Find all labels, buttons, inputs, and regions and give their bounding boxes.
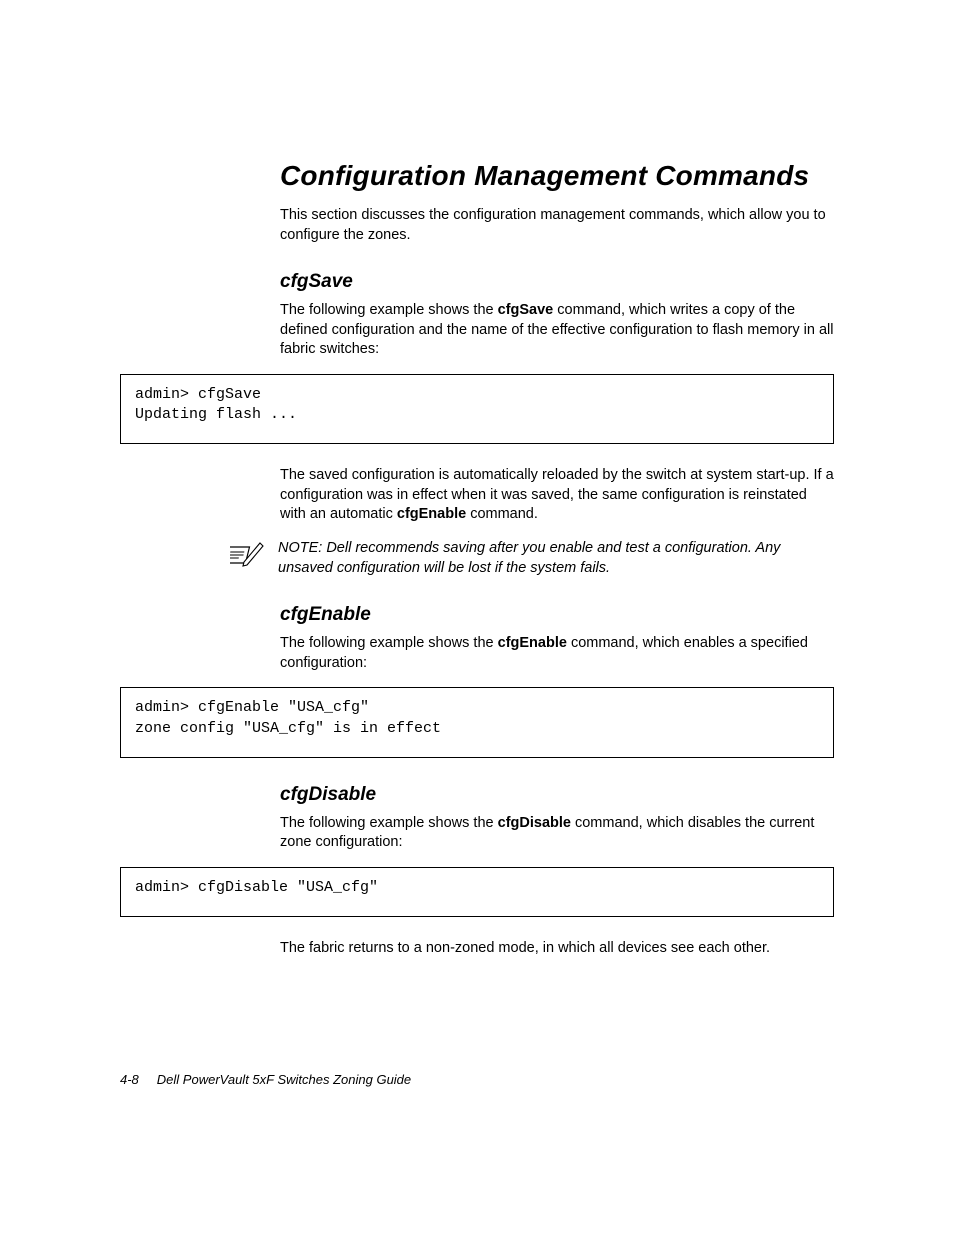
cfgsave-desc: The following example shows the cfgSave … <box>280 301 834 360</box>
text: The following example shows the <box>280 635 498 651</box>
cfgdisable-desc-2: The fabric returns to a non-zoned mode, … <box>280 939 834 959</box>
cfgdisable-desc: The following example shows the cfgDisab… <box>280 814 834 853</box>
page-title: Configuration Management Commands <box>280 160 834 192</box>
document-page: Configuration Management Commands This s… <box>0 0 954 1235</box>
command-name: cfgEnable <box>498 635 567 651</box>
footer-title: Dell PowerVault 5xF Switches Zoning Guid… <box>157 1072 411 1087</box>
command-name: cfgEnable <box>397 506 466 522</box>
heading-cfgenable: cfgEnable <box>280 604 834 626</box>
text: The following example shows the <box>280 302 498 318</box>
intro-paragraph: This section discusses the configuration… <box>280 206 834 245</box>
code-block-cfgdisable: admin> cfgDisable "USA_cfg" <box>120 867 834 917</box>
content-column: The saved configuration is automatically… <box>280 466 834 673</box>
text: The following example shows the <box>280 815 498 831</box>
content-column: The fabric returns to a non-zoned mode, … <box>280 939 834 959</box>
note-text: NOTE: Dell recommends saving after you e… <box>278 539 834 578</box>
command-name: cfgSave <box>498 302 554 318</box>
command-name: cfgDisable <box>498 815 571 831</box>
text: The saved configuration is automatically… <box>280 467 834 522</box>
page-footer: 4-8 Dell PowerVault 5xF Switches Zoning G… <box>120 1072 411 1087</box>
content-column: cfgDisable The following example shows t… <box>280 784 834 853</box>
cfgsave-desc-2: The saved configuration is automatically… <box>280 466 834 525</box>
code-block-cfgenable: admin> cfgEnable "USA_cfg" zone config "… <box>120 687 834 758</box>
note-pencil-icon <box>230 541 264 574</box>
note-block: NOTE: Dell recommends saving after you e… <box>280 539 834 578</box>
heading-cfgsave: cfgSave <box>280 271 834 293</box>
content-column: Configuration Management Commands This s… <box>280 160 834 360</box>
cfgenable-desc: The following example shows the cfgEnabl… <box>280 634 834 673</box>
code-block-cfgsave: admin> cfgSave Updating flash ... <box>120 374 834 445</box>
heading-cfgdisable: cfgDisable <box>280 784 834 806</box>
page-number: 4-8 <box>120 1072 139 1087</box>
text: command. <box>466 506 538 522</box>
